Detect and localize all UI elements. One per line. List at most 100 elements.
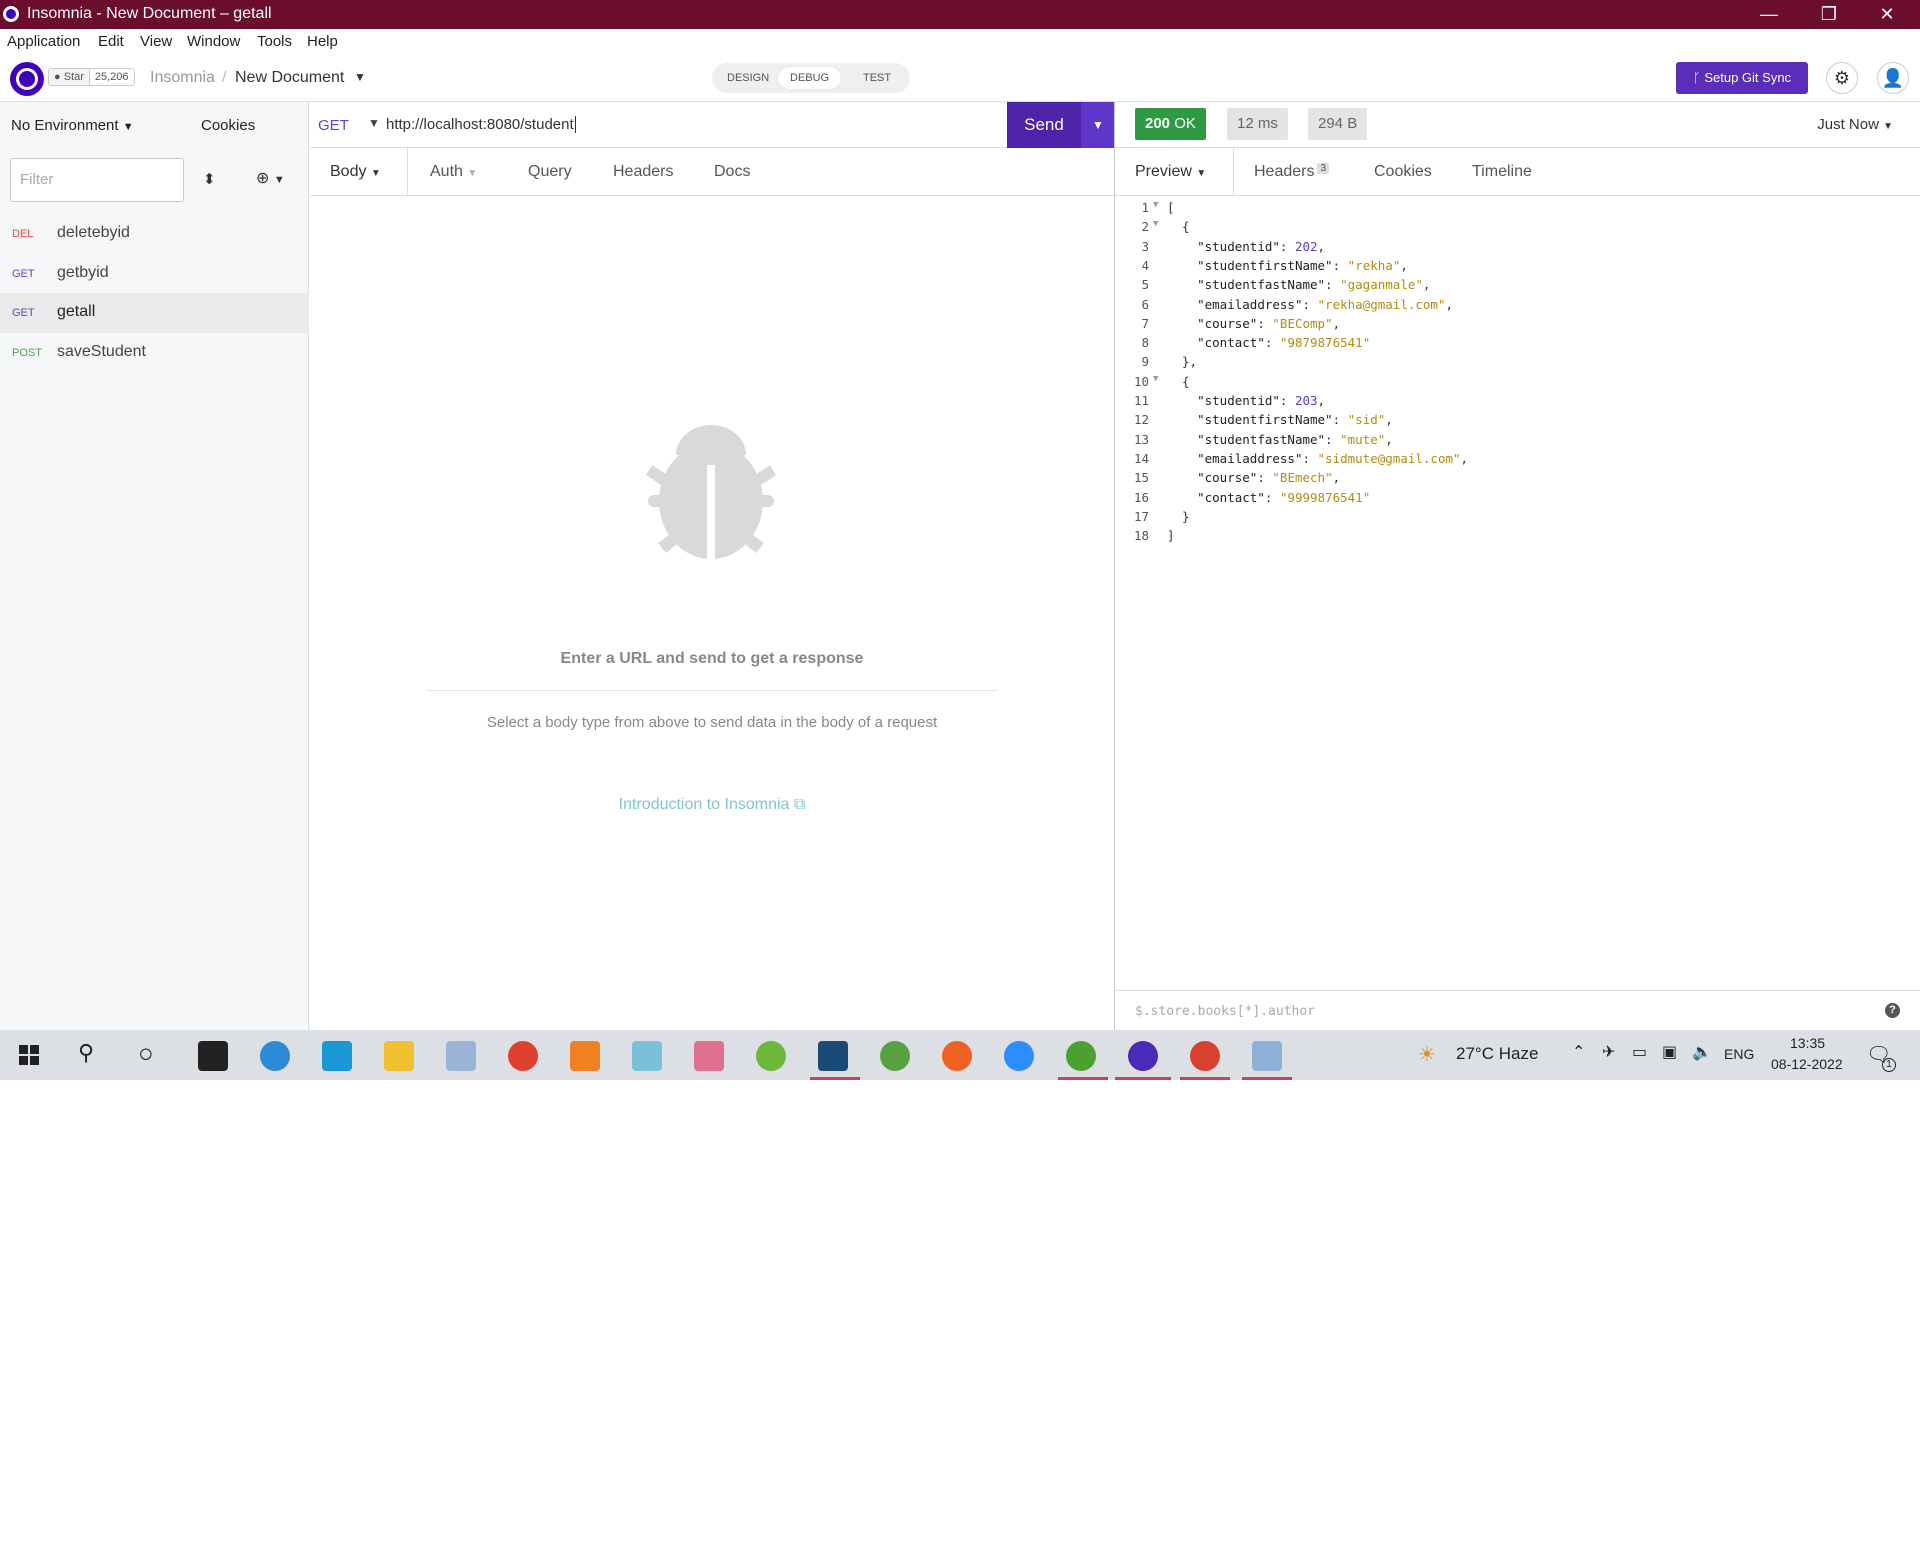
postman-icon[interactable]: [942, 1041, 972, 1071]
send-button[interactable]: Send: [1007, 102, 1081, 148]
add-request-plus-icon[interactable]: ⊕ ▼: [256, 168, 285, 188]
clock-time[interactable]: 13:35: [1790, 1035, 1825, 1051]
airplane-icon[interactable]: ✈: [1602, 1042, 1615, 1062]
settings-gear-icon[interactable]: ⚙: [1826, 62, 1858, 94]
method-chevron-down-icon[interactable]: ▼: [368, 116, 380, 130]
notes-icon[interactable]: [632, 1041, 662, 1071]
tab-auth[interactable]: Auth ▼: [430, 163, 477, 181]
fold-chevron-icon[interactable]: ▼: [1153, 374, 1158, 384]
running-indicator: [1115, 1077, 1171, 1080]
display-icon[interactable]: ▣: [1662, 1042, 1677, 1062]
menu-window[interactable]: Window: [187, 33, 240, 50]
vlc-icon[interactable]: [570, 1041, 600, 1071]
document-chevron-down-icon[interactable]: ▼: [354, 70, 366, 84]
menu-view[interactable]: View: [140, 33, 172, 50]
paint-icon[interactable]: [1252, 1041, 1282, 1071]
sidebar-request-getall[interactable]: GET getall: [0, 293, 309, 333]
clock-date[interactable]: 08-12-2022: [1771, 1056, 1843, 1072]
volume-icon[interactable]: 🔈: [1692, 1042, 1712, 1062]
edge-icon[interactable]: [260, 1041, 290, 1071]
media-player-icon[interactable]: [446, 1041, 476, 1071]
restore-button[interactable]: ❐: [1800, 0, 1858, 29]
response-filter-input[interactable]: $.store.books[*].author: [1135, 1004, 1315, 1019]
tab-preview[interactable]: Preview ▼: [1135, 163, 1206, 181]
zoom-icon[interactable]: [1004, 1041, 1034, 1071]
github-star-badge[interactable]: ● Star 25,206: [48, 68, 135, 86]
code-text: "emailaddress": "rekha@gmail.com",: [1197, 296, 1453, 312]
windows-start-icon[interactable]: [19, 1045, 39, 1065]
response-history-dropdown[interactable]: Just Now ▼: [1817, 116, 1893, 133]
line-number: 7: [1141, 315, 1149, 331]
code-text: "course": "BEComp",: [1197, 315, 1341, 331]
insomnia-taskbar-icon[interactable]: [1128, 1041, 1158, 1071]
search-icon[interactable]: ⚲: [78, 1040, 94, 1066]
mode-debug[interactable]: DEBUG: [778, 67, 842, 89]
code-line: 8 "contact": "9879876541": [1115, 335, 1920, 354]
tab-body[interactable]: Body ▼: [330, 163, 381, 181]
app-icon[interactable]: [756, 1041, 786, 1071]
tab-query[interactable]: Query: [528, 163, 572, 181]
chrome-profile-icon[interactable]: [1190, 1041, 1220, 1071]
insomnia-logo[interactable]: [10, 62, 44, 96]
account-user-icon[interactable]: 👤: [1877, 62, 1909, 94]
help-icon[interactable]: ?: [1885, 1003, 1900, 1018]
sort-icon[interactable]: ⬍: [203, 170, 216, 188]
fold-chevron-icon[interactable]: ▼: [1153, 200, 1158, 210]
method-selector[interactable]: GET: [318, 117, 349, 134]
tab-response-headers[interactable]: Headers 3: [1254, 163, 1330, 181]
code-line: 12 "studentfirstName": "sid",: [1115, 412, 1920, 431]
tab-divider: [1233, 148, 1234, 195]
menu-help[interactable]: Help: [307, 33, 338, 50]
code-text: "course": "BEmech",: [1197, 470, 1341, 486]
sidebar-request-savestudent[interactable]: POST saveStudent: [0, 333, 309, 373]
prime-video-icon[interactable]: [322, 1041, 352, 1071]
utorrent-icon[interactable]: [880, 1041, 910, 1071]
tab-headers[interactable]: Headers: [613, 163, 673, 181]
github-icon: ●: [54, 71, 64, 83]
menu-tools[interactable]: Tools: [257, 33, 292, 50]
chrome-icon[interactable]: [508, 1041, 538, 1071]
line-number: 14: [1133, 450, 1149, 466]
code-line: 5 "studentfastName": "gaganmale",: [1115, 277, 1920, 296]
code-text: "contact": "9999876541": [1197, 489, 1371, 505]
tab-response-cookies[interactable]: Cookies: [1374, 163, 1432, 181]
menu-application[interactable]: Application: [7, 33, 80, 50]
document-name[interactable]: New Document: [235, 69, 344, 87]
notion-icon[interactable]: [198, 1041, 228, 1071]
breadcrumb-root[interactable]: Insomnia: [150, 69, 215, 87]
mode-design[interactable]: DESIGN: [727, 72, 769, 84]
bug-icon: [646, 425, 776, 561]
sidebar-filter-input[interactable]: Filter: [10, 158, 184, 202]
chevron-up-icon[interactable]: ⌃: [1572, 1042, 1585, 1062]
tab-timeline[interactable]: Timeline: [1472, 163, 1532, 181]
file-explorer-icon[interactable]: [384, 1041, 414, 1071]
intro-link[interactable]: Introduction to Insomnia ⧉: [310, 796, 1114, 814]
response-preview-code[interactable]: 1 ▼[2 ▼ {3 "studentid": 202, 4 "studentfirs…: [1115, 200, 1920, 990]
sidebar-request-deletebyid[interactable]: DEL deletebyid: [0, 214, 309, 254]
spring-tool-suite-icon[interactable]: [1066, 1041, 1096, 1071]
env-chevron-down-icon: ▼: [122, 121, 134, 133]
weather-text[interactable]: 27°C Haze: [1456, 1044, 1538, 1064]
line-number: 3: [1141, 238, 1149, 254]
language-indicator[interactable]: ENG: [1724, 1046, 1754, 1062]
battery-icon[interactable]: ▭: [1632, 1042, 1647, 1062]
code-line: 13 "studentfastName": "mute",: [1115, 432, 1920, 451]
code-line: 9 },: [1115, 354, 1920, 373]
menu-edit[interactable]: Edit: [98, 33, 124, 50]
tab-docs[interactable]: Docs: [714, 163, 750, 181]
sidebar-request-getbyid[interactable]: GET getbyid: [0, 254, 309, 294]
cortana-icon[interactable]: ○: [138, 1038, 154, 1069]
send-options-chevron-down-icon[interactable]: ▼: [1081, 102, 1115, 148]
snipping-tool-icon[interactable]: [694, 1041, 724, 1071]
setup-git-sync-button[interactable]: ᚴ Setup Git Sync: [1676, 62, 1808, 94]
url-input[interactable]: http://localhost:8080/student: [386, 116, 576, 133]
request-body-panel: Enter a URL and send to get a response S…: [310, 196, 1114, 1030]
environment-selector[interactable]: No Environment ▼: [11, 117, 134, 134]
close-window-button[interactable]: ✕: [1858, 0, 1916, 29]
fold-chevron-icon[interactable]: ▼: [1153, 219, 1158, 229]
line-number: 4: [1141, 257, 1149, 273]
mysql-workbench-icon[interactable]: [818, 1041, 848, 1071]
minimize-button[interactable]: —: [1740, 0, 1798, 29]
sidebar-cookies-button[interactable]: Cookies: [201, 117, 255, 134]
mode-test[interactable]: TEST: [863, 72, 891, 84]
